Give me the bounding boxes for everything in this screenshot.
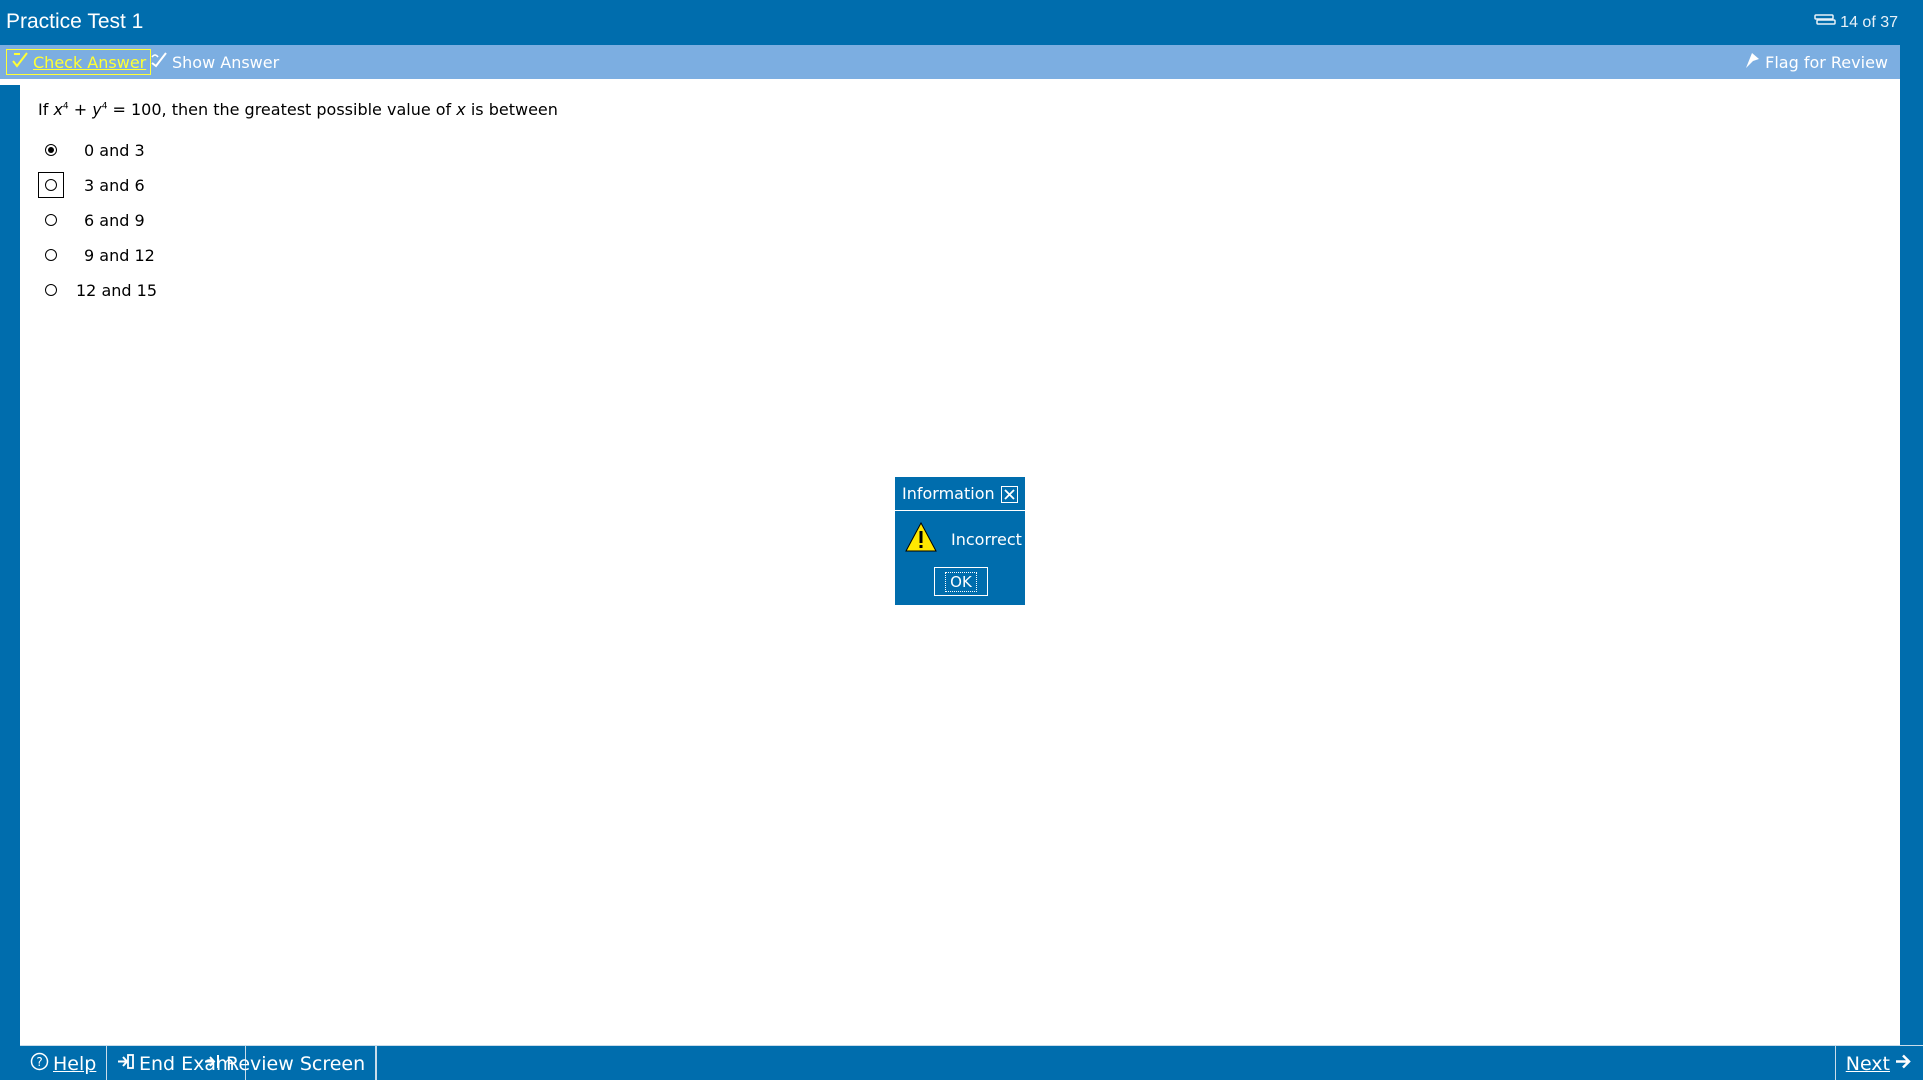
help-label: Help bbox=[53, 1052, 97, 1075]
answer-option-4[interactable]: 9 and 12 bbox=[38, 240, 155, 270]
toolbar: Check Answer Show Answer Flag for Review bbox=[0, 45, 1900, 79]
radio-button[interactable] bbox=[45, 179, 57, 191]
radio-box bbox=[38, 277, 64, 303]
information-dialog: Information Incorrect OK bbox=[894, 476, 1026, 606]
show-answer-icon bbox=[150, 51, 168, 73]
flag-for-review-button[interactable]: Flag for Review bbox=[1739, 49, 1892, 75]
dialog-close-button[interactable] bbox=[1001, 486, 1018, 503]
radio-button-selected[interactable] bbox=[45, 144, 57, 156]
show-answer-button[interactable]: Show Answer bbox=[146, 49, 283, 75]
show-answer-label: Show Answer bbox=[172, 52, 280, 72]
dialog-body: Incorrect bbox=[905, 521, 1022, 556]
flag-icon bbox=[1743, 51, 1761, 73]
option-label: 0 and 3 bbox=[84, 140, 145, 160]
page-title: Practice Test 1 bbox=[6, 10, 144, 33]
question-plus: + bbox=[68, 100, 93, 119]
arrow-right-icon bbox=[1894, 1052, 1913, 1076]
question-counter-text: 14 of 37 bbox=[1840, 13, 1898, 31]
answer-option-5[interactable]: 12 and 15 bbox=[38, 275, 157, 305]
review-screen-icon bbox=[203, 1052, 222, 1076]
answer-option-1[interactable]: 0 and 3 bbox=[38, 135, 145, 165]
end-exam-icon bbox=[116, 1052, 135, 1076]
left-border bbox=[0, 79, 20, 1045]
question-list-icon bbox=[1814, 12, 1836, 33]
bottom-navigation-bar: ? Help End Exam Review Screen Next bbox=[20, 1045, 1923, 1080]
question-var-x2: x bbox=[456, 100, 466, 119]
next-button[interactable]: Next bbox=[1834, 1046, 1923, 1080]
option-label: 9 and 12 bbox=[84, 245, 155, 265]
title-bar: Practice Test 1 14 of 37 bbox=[0, 0, 1923, 45]
answer-option-2[interactable]: 3 and 6 bbox=[38, 170, 145, 200]
question-var-y: y bbox=[92, 100, 102, 119]
question-counter: 14 of 37 bbox=[1814, 12, 1898, 33]
radio-button[interactable] bbox=[45, 214, 57, 226]
right-border bbox=[1900, 45, 1923, 1045]
option-label: 12 and 15 bbox=[76, 280, 157, 300]
radio-box bbox=[38, 137, 64, 163]
question-var-x: x bbox=[53, 100, 63, 119]
review-screen-label: Review Screen bbox=[226, 1052, 366, 1075]
help-button[interactable]: ? Help bbox=[20, 1046, 108, 1080]
warning-icon bbox=[905, 521, 937, 556]
dialog-message: Incorrect bbox=[951, 529, 1022, 549]
question-suffix: is between bbox=[465, 100, 558, 119]
svg-text:?: ? bbox=[36, 1055, 42, 1069]
close-icon bbox=[1004, 485, 1015, 504]
radio-box bbox=[38, 207, 64, 233]
option-label: 3 and 6 bbox=[84, 175, 145, 195]
ok-button[interactable]: OK bbox=[934, 567, 988, 596]
dialog-title: Information bbox=[902, 484, 995, 503]
option-label: 6 and 9 bbox=[84, 210, 145, 230]
check-answer-label: Check Answer bbox=[33, 52, 147, 72]
radio-button[interactable] bbox=[45, 284, 57, 296]
question-text: If x4 + y4 = 100, then the greatest poss… bbox=[38, 100, 558, 119]
question-middle: = 100, then the greatest possible value … bbox=[107, 100, 457, 119]
answer-option-3[interactable]: 6 and 9 bbox=[38, 205, 145, 235]
radio-box bbox=[38, 242, 64, 268]
check-answer-button[interactable]: Check Answer bbox=[6, 49, 152, 75]
check-answer-icon bbox=[11, 51, 29, 73]
help-icon: ? bbox=[30, 1052, 49, 1076]
radio-box-focused bbox=[38, 172, 64, 198]
ok-button-label: OK bbox=[945, 571, 977, 592]
next-label: Next bbox=[1845, 1052, 1890, 1075]
review-screen-button[interactable]: Review Screen bbox=[193, 1046, 378, 1080]
radio-button[interactable] bbox=[45, 249, 57, 261]
question-prefix: If bbox=[38, 100, 54, 119]
flag-for-review-label: Flag for Review bbox=[1765, 52, 1888, 72]
